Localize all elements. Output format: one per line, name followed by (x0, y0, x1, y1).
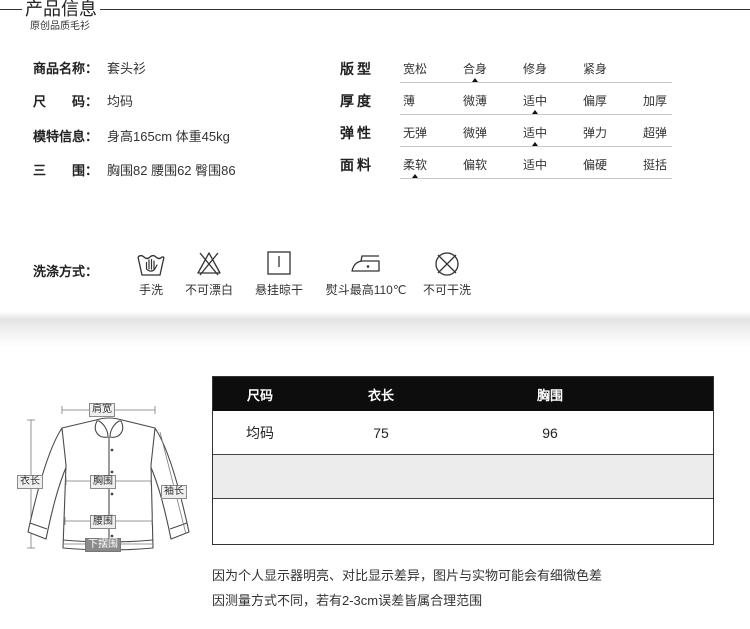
spec-option: 偏厚 (583, 93, 627, 115)
table-cell: 96 (542, 424, 558, 441)
info-row-size: 尺 码： 均码 (33, 93, 323, 111)
info-value: 均码 (107, 94, 134, 109)
header-cell-length: 衣长 (367, 387, 394, 403)
spec-option: 修身 (523, 61, 567, 83)
iron-icon (321, 250, 411, 280)
wash-item-iron: 熨斗最高110℃ (321, 250, 411, 302)
spec-row-fabric: 面料 柔软 偏软 适中 偏硬 挺括 (340, 156, 675, 184)
selected-marker-icon (532, 110, 538, 114)
wash-item-label: 悬挂晾干 (254, 283, 303, 297)
hem-label: 下摆围 (85, 538, 121, 552)
size-table: 尺码 衣长 胸围 均码 75 96 (212, 376, 714, 545)
section-subtitle: 原创品质毛衫 (30, 21, 90, 32)
sleeve-length-label: 袖长 (161, 485, 187, 499)
table-row-empty (213, 499, 713, 544)
spec-option-label: 适中 (523, 94, 548, 108)
spec-label: 面料 (340, 157, 374, 173)
spec-label: 版型 (340, 61, 374, 77)
spec-option: 紧身 (583, 61, 627, 83)
chest-label: 胸围 (90, 475, 116, 489)
table-row: 均码 75 96 (213, 411, 713, 454)
spec-option: 挺括 (643, 157, 687, 179)
spec-option-label: 超弹 (643, 126, 668, 140)
info-value: 身高165cm 体重45kg (107, 129, 230, 144)
spec-option-label: 偏软 (463, 158, 488, 172)
size-table-header: 尺码 衣长 胸围 (213, 377, 713, 411)
waist-label: 腰围 (90, 515, 116, 529)
spec-option-label: 合身 (463, 62, 488, 76)
spec-option-label: 宽松 (403, 62, 428, 76)
selected-marker-icon (412, 174, 418, 178)
spec-option-label: 紧身 (583, 62, 608, 76)
spec-option-label: 偏硬 (583, 158, 608, 172)
section-divider-shadow (0, 312, 750, 348)
spec-option-label: 适中 (523, 158, 548, 172)
no-dry-clean-icon (402, 250, 492, 280)
spec-option-label: 修身 (523, 62, 548, 76)
spec-row-elasticity: 弹性 无弹 微弹 适中 弹力 超弹 (340, 124, 675, 152)
section-title: 产品信息 (22, 0, 100, 19)
spec-option-label: 微薄 (463, 94, 488, 108)
spec-option: 无弹 (403, 125, 447, 147)
spec-option-label: 微弹 (463, 126, 488, 140)
info-row-model: 模特信息： 身高165cm 体重45kg (33, 128, 323, 146)
spec-option: 加厚 (643, 93, 687, 115)
spec-option: 适中 (523, 93, 567, 115)
body-length-label: 衣长 (17, 475, 43, 489)
wash-item-label: 不可干洗 (422, 283, 471, 297)
disclaimer-color: 因为个人显示器明亮、对比显示差异，图片与实物可能会有细微色差 (212, 568, 603, 583)
spec-row-thickness: 厚度 薄 微薄 适中 偏厚 加厚 (340, 92, 675, 120)
spec-option: 薄 (403, 93, 447, 115)
info-row-product-name: 商品名称： 套头衫 (33, 60, 323, 78)
selected-marker-icon (532, 142, 538, 146)
table-cell: 75 (373, 424, 389, 441)
hang-dry-icon (234, 250, 324, 280)
spec-option: 柔软 (403, 157, 447, 179)
wash-item-label: 熨斗最高110℃ (325, 283, 407, 297)
spec-option-label: 柔软 (403, 158, 428, 172)
spec-option: 合身 (463, 61, 507, 83)
shoulder-width-label: 肩宽 (89, 403, 115, 417)
spec-option: 适中 (523, 125, 567, 147)
spec-option: 超弹 (643, 125, 687, 147)
info-label: 模特信息： (33, 129, 99, 144)
spec-label: 厚度 (340, 93, 374, 109)
spec-option-label: 弹力 (583, 126, 608, 140)
header-cell-size: 尺码 (246, 387, 273, 403)
spec-option: 偏硬 (583, 157, 627, 179)
info-label: 商品名称： (33, 61, 99, 76)
spec-option-label: 适中 (523, 126, 548, 140)
spec-option: 弹力 (583, 125, 627, 147)
table-row-empty (213, 454, 713, 499)
wash-item-hang-dry: 悬挂晾干 (234, 250, 324, 302)
spec-option: 偏软 (463, 157, 507, 179)
wash-item-no-dry-clean: 不可干洗 (402, 250, 492, 302)
header-rule (0, 9, 750, 10)
table-cell: 均码 (246, 424, 274, 441)
selected-marker-icon (472, 78, 478, 82)
spec-option: 宽松 (403, 61, 447, 83)
header-cell-chest: 胸围 (536, 387, 563, 403)
spec-option: 适中 (523, 157, 567, 179)
info-label: 三 围： (33, 163, 99, 178)
disclaimer-measurement: 因测量方式不同，若有2-3cm误差皆属合理范围 (212, 593, 483, 608)
washing-label: 洗涤方式： (33, 264, 99, 279)
product-info-page: 产品信息 原创品质毛衫 商品名称： 套头衫 尺 码： 均码 模特信息： 身高16… (0, 0, 750, 629)
info-value: 胸围82 腰围62 臀围86 (107, 163, 236, 178)
info-label: 尺 码： (33, 94, 99, 109)
spec-option-label: 挺括 (643, 158, 668, 172)
info-value: 套头衫 (107, 61, 147, 76)
info-row-measurements: 三 围： 胸围82 腰围62 臀围86 (33, 162, 323, 180)
spec-option: 微薄 (463, 93, 507, 115)
spec-row-fit: 版型 宽松 合身 修身 紧身 (340, 60, 675, 88)
spec-option-label: 偏厚 (583, 94, 608, 108)
spec-option-label: 无弹 (403, 126, 428, 140)
spec-option: 微弹 (463, 125, 507, 147)
spec-option-label: 薄 (403, 94, 416, 108)
spec-label: 弹性 (340, 125, 374, 141)
spec-option-label: 加厚 (643, 94, 668, 108)
